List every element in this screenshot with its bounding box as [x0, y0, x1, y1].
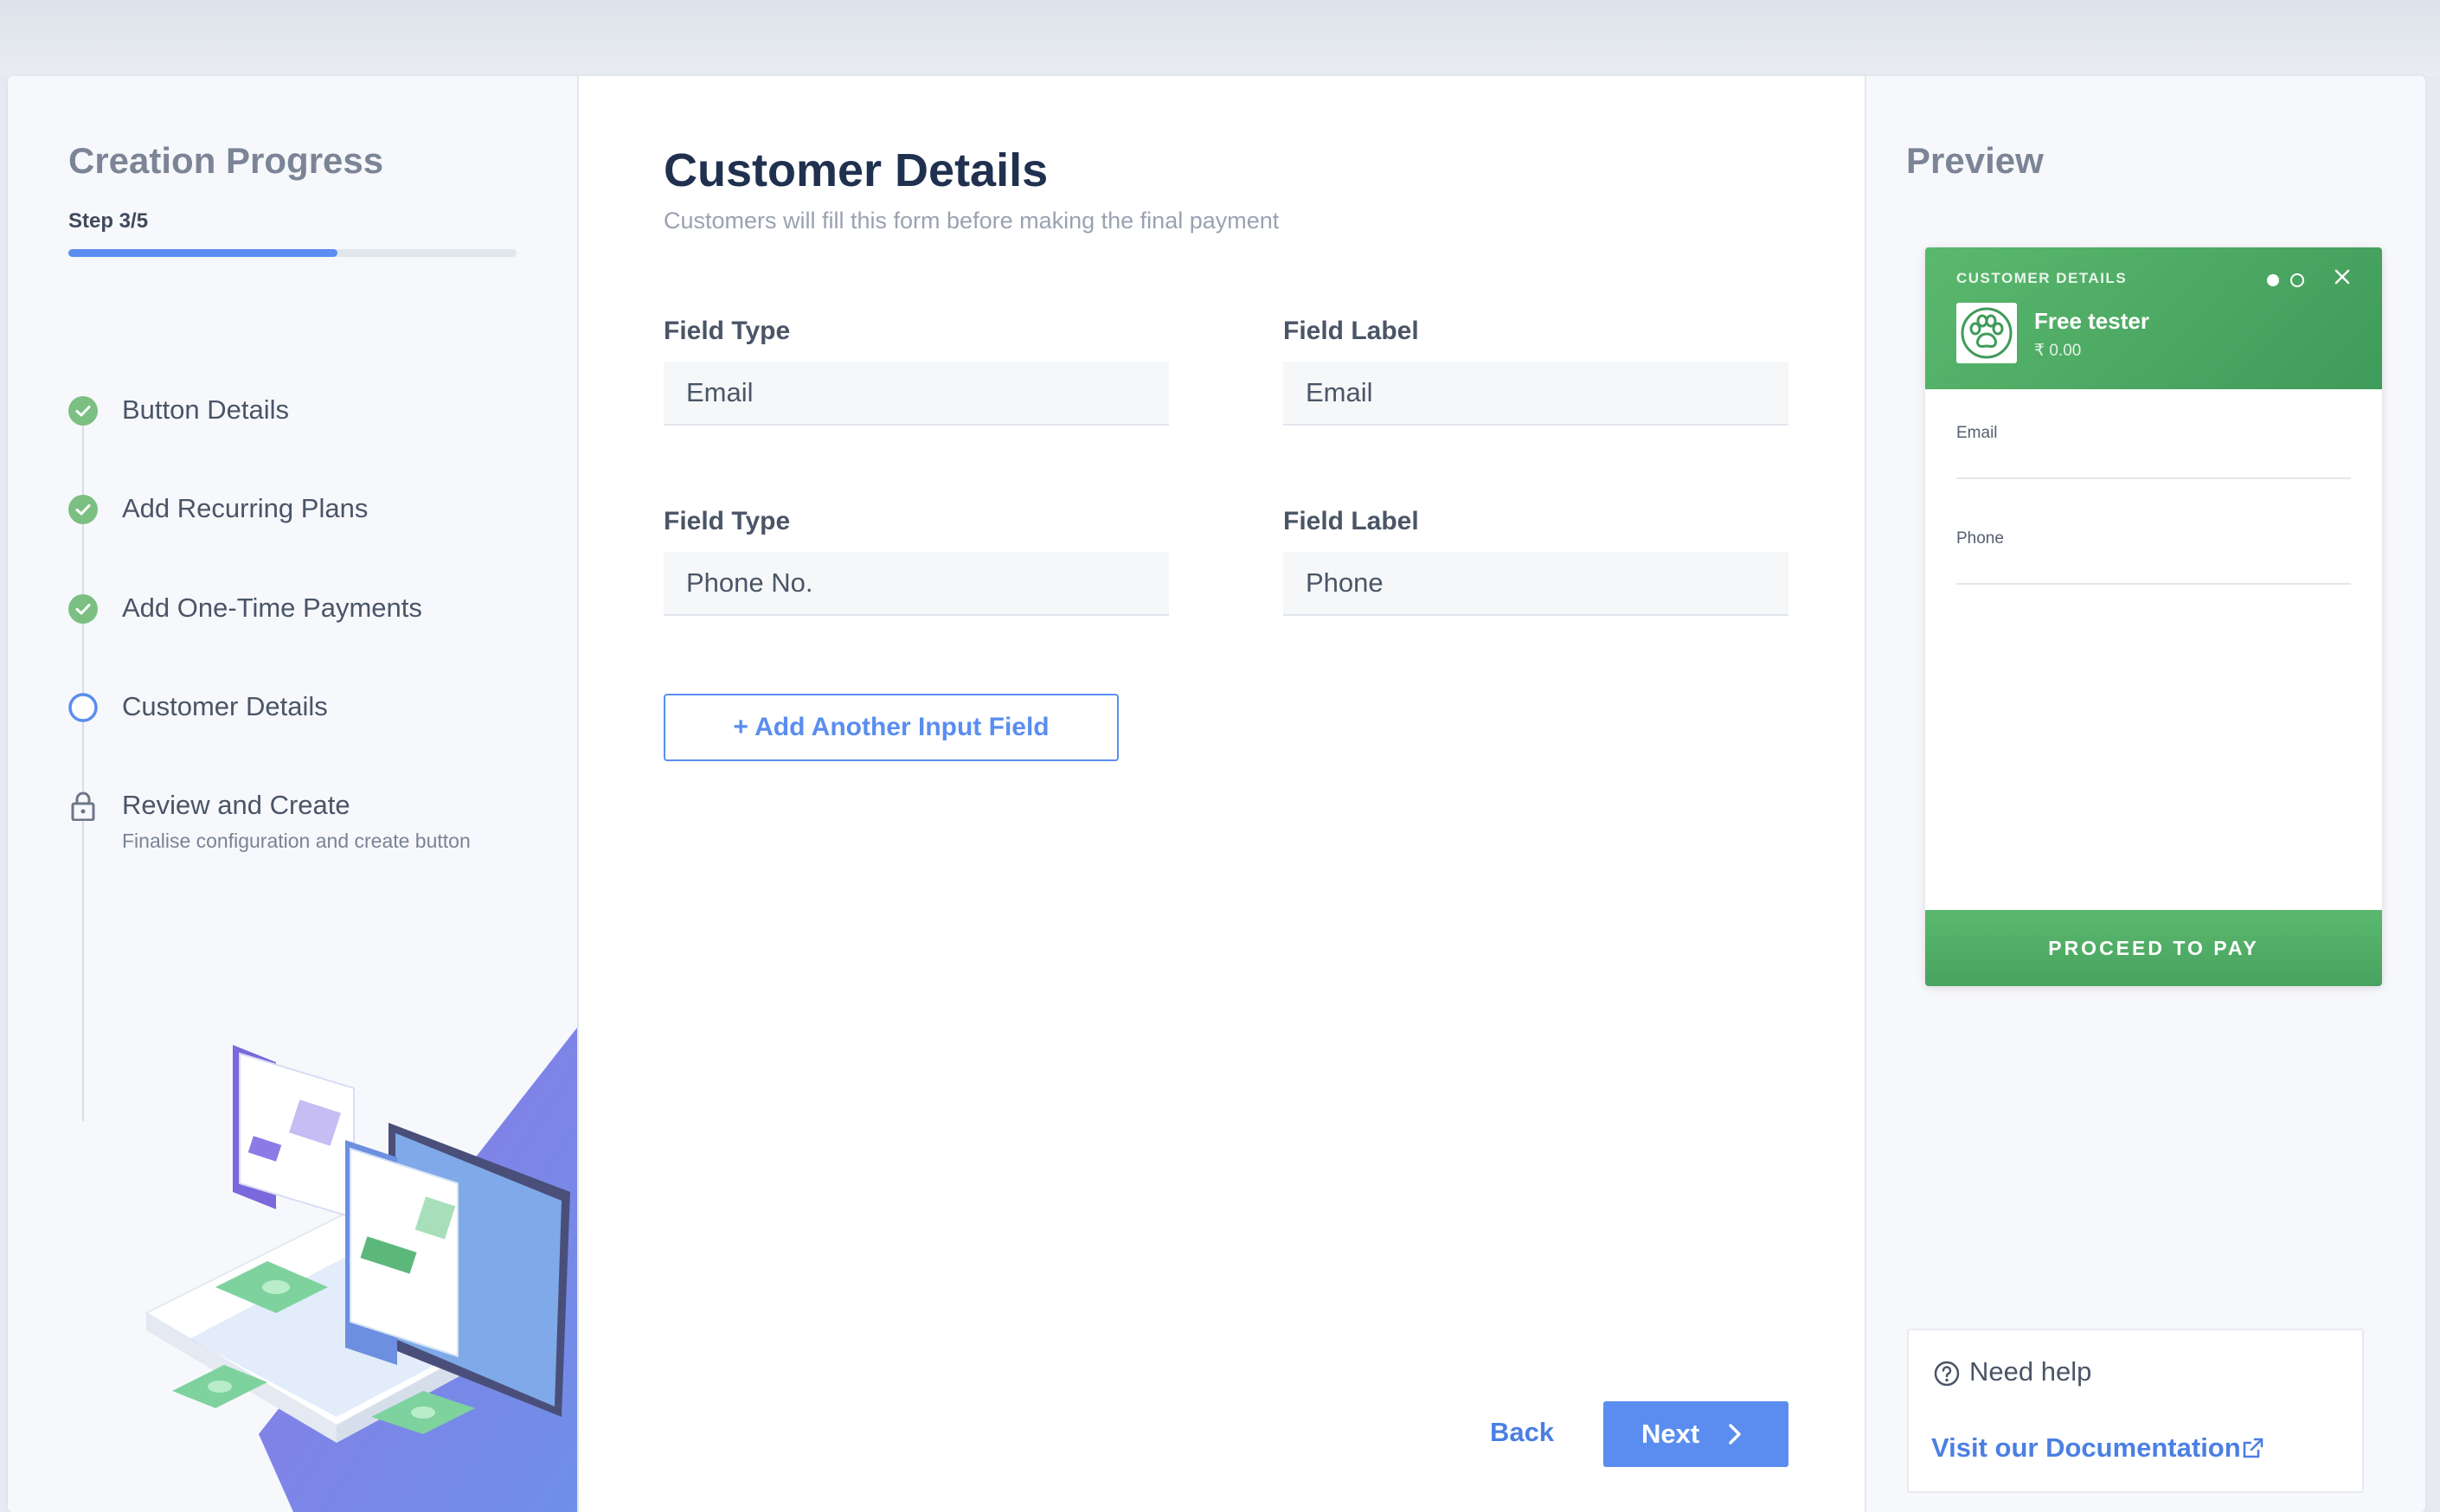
customer-details-form: Customer Details Customers will fill thi… — [579, 76, 1863, 1512]
progress-bar — [68, 249, 517, 257]
preview-field-label: Phone — [1956, 529, 2004, 548]
progress-sidebar: Creation Progress Step 3/5 Button Detail… — [8, 76, 579, 1512]
step-sublabel: Finalise configuration and create button — [122, 830, 471, 852]
paw-logo-icon — [1956, 303, 2017, 363]
field-label-input-email[interactable]: Email — [1283, 362, 1788, 426]
next-button-label: Next — [1641, 1419, 1700, 1449]
sidebar-title: Creation Progress — [68, 140, 384, 181]
field-label-label: Field Label — [1283, 317, 1419, 345]
step-label: Review and Create — [122, 790, 350, 820]
proceed-to-pay-button[interactable]: PROCEED TO PAY — [1925, 910, 2382, 986]
page-subtitle: Customers will fill this form before mak… — [664, 208, 1280, 234]
preview-panel: Preview CUSTOMER DETAILS Free tester ₹ 0… — [1865, 76, 2425, 1512]
merchant-name: Free tester — [2034, 308, 2149, 334]
progress-bar-fill — [68, 249, 337, 257]
step-label: Customer Details — [122, 691, 328, 721]
preview-field-label: Email — [1956, 424, 1998, 442]
step-label: Button Details — [122, 394, 289, 425]
pagination-dots-icon — [2267, 273, 2304, 287]
question-circle-icon — [1934, 1361, 1960, 1387]
external-link-icon[interactable] — [2241, 1436, 2265, 1460]
step-customer-details[interactable]: Customer Details — [68, 686, 553, 738]
field-type-select-email[interactable]: Email — [664, 362, 1169, 426]
step-add-recurring-plans[interactable]: Add Recurring Plans — [68, 488, 553, 540]
checkout-widget-preview: CUSTOMER DETAILS Free tester ₹ 0.00 Emai… — [1925, 247, 2382, 986]
field-type-select-phone[interactable]: Phone No. — [664, 552, 1169, 616]
field-label-label: Field Label — [1283, 507, 1419, 535]
step-label: Add Recurring Plans — [122, 493, 369, 523]
close-icon[interactable] — [2332, 266, 2353, 287]
step-review-and-create: Review and Create Finalise configuration… — [68, 785, 553, 862]
documentation-link[interactable]: Visit our Documentation — [1931, 1432, 2241, 1464]
step-counter: Step 3/5 — [68, 209, 149, 233]
add-input-field-button[interactable]: + Add Another Input Field — [664, 694, 1119, 761]
step-button-details[interactable]: Button Details — [68, 389, 553, 441]
widget-caption: CUSTOMER DETAILS — [1956, 270, 2128, 286]
creation-wizard: Creation Progress Step 3/5 Button Detail… — [8, 76, 2425, 1512]
step-label: Add One-Time Payments — [122, 593, 422, 623]
preview-phone-field[interactable]: Phone — [1956, 529, 2351, 585]
check-circle-icon — [68, 396, 98, 426]
preview-email-field[interactable]: Email — [1956, 424, 2351, 479]
next-button[interactable]: Next — [1603, 1401, 1788, 1467]
help-card: Need help Visit our Documentation — [1907, 1329, 2364, 1493]
check-circle-icon — [68, 495, 98, 524]
chevron-right-icon — [1729, 1424, 1741, 1445]
page-title: Customer Details — [664, 144, 1049, 196]
top-bar — [0, 0, 2440, 76]
preview-title: Preview — [1906, 140, 2044, 181]
check-circle-icon — [68, 594, 98, 624]
step-add-one-time-payments[interactable]: Add One-Time Payments — [68, 587, 553, 639]
lock-icon — [68, 791, 98, 821]
circle-outline-icon — [68, 693, 98, 722]
help-title: Need help — [1969, 1356, 2092, 1387]
back-button[interactable]: Back — [1468, 1400, 1576, 1465]
field-type-label: Field Type — [664, 507, 791, 535]
payment-devices-illustration — [144, 1028, 577, 1512]
field-type-label: Field Type — [664, 317, 791, 345]
field-label-input-phone[interactable]: Phone — [1283, 552, 1788, 616]
widget-header: CUSTOMER DETAILS Free tester ₹ 0.00 — [1925, 247, 2382, 389]
amount-label: ₹ 0.00 — [2034, 342, 2082, 360]
